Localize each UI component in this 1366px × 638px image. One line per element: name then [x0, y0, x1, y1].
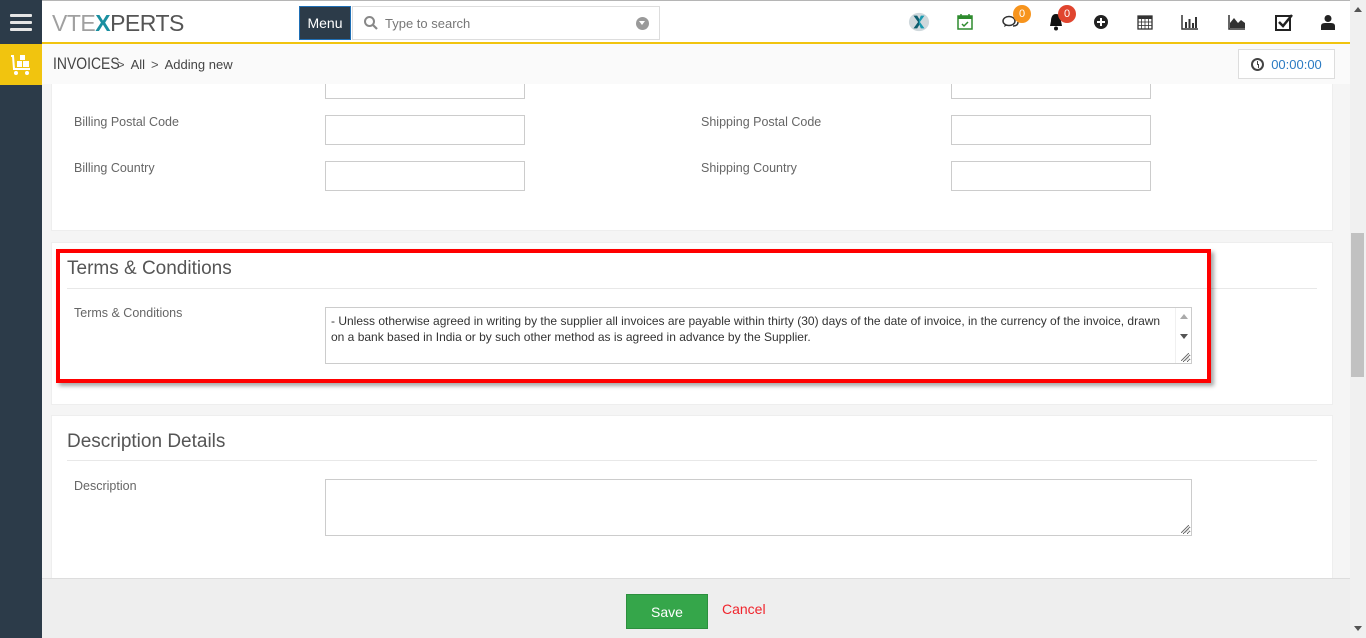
module-invoices-button[interactable]: [0, 44, 42, 85]
logo-x: X: [95, 10, 111, 36]
calendar-check-icon[interactable]: [954, 11, 976, 33]
notification-badge: 0: [1058, 5, 1076, 23]
bell-icon[interactable]: 0: [1045, 5, 1076, 33]
plus-circle-icon[interactable]: [1090, 11, 1112, 33]
breadcrumb: INVOICES > All > Adding new: [53, 54, 233, 74]
left-rail: [0, 0, 42, 638]
vtexperts-x-icon[interactable]: [908, 11, 930, 33]
cancel-link[interactable]: Cancel: [722, 601, 766, 617]
billing-postal-code-input[interactable]: [325, 115, 525, 145]
terms-panel-title: Terms & Conditions: [67, 258, 232, 279]
shipping-state-input[interactable]: [951, 84, 1151, 99]
app-menu-toggle[interactable]: [0, 0, 42, 44]
vtexperts-logo[interactable]: VTEXPERTS: [52, 10, 184, 37]
scroll-down-icon[interactable]: [1354, 626, 1362, 631]
description-label: Description: [74, 479, 137, 493]
breadcrumb-module[interactable]: INVOICES: [53, 54, 120, 74]
cart-boxes-icon: [11, 54, 30, 75]
global-search: [352, 6, 660, 40]
hamburger-icon: [10, 13, 32, 31]
shipping-country-label: Shipping Country: [701, 161, 797, 175]
billing-country-label: Billing Country: [74, 161, 155, 175]
divider: [67, 460, 1317, 461]
shipping-postal-code-input[interactable]: [951, 115, 1151, 145]
timer-value: 00:00:00: [1271, 56, 1322, 72]
description-panel: Description Details Description: [51, 415, 1333, 578]
terms-conditions-label: Terms & Conditions: [74, 306, 183, 320]
logo-prefix: VTE: [52, 10, 96, 36]
scroll-up-icon[interactable]: [1354, 7, 1362, 12]
user-icon[interactable]: [1317, 11, 1339, 33]
calendar-icon[interactable]: [1134, 11, 1156, 33]
clock-icon: [1251, 57, 1265, 71]
scroll-down-icon[interactable]: [1180, 334, 1188, 339]
breadcrumb-current: Adding new: [164, 56, 233, 72]
scrollbar-thumb[interactable]: [1351, 233, 1364, 377]
terms-conditions-panel: Terms & Conditions Terms & Conditions - …: [51, 242, 1333, 405]
terms-conditions-textarea[interactable]: - Unless otherwise agreed in writing by …: [325, 307, 1192, 364]
billing-country-input[interactable]: [325, 161, 525, 191]
search-options-dropdown-icon[interactable]: [636, 17, 649, 30]
logo-suffix: PERTS: [110, 10, 184, 36]
top-bar: VTEXPERTS Menu 0 0: [42, 0, 1350, 44]
billing-postal-code-label: Billing Postal Code: [74, 115, 179, 129]
resize-handle-icon[interactable]: [1181, 525, 1189, 533]
area-chart-icon[interactable]: [1226, 11, 1248, 33]
save-button[interactable]: Save: [626, 594, 708, 629]
search-icon: [364, 16, 378, 30]
shipping-postal-code-label: Shipping Postal Code: [701, 115, 822, 129]
menu-button[interactable]: Menu: [299, 6, 351, 40]
form-content: Billing Postal Code Shipping Postal Code…: [42, 84, 1350, 578]
page-scrollbar[interactable]: [1350, 0, 1366, 638]
billing-state-input[interactable]: [325, 84, 525, 99]
terms-conditions-text: - Unless otherwise agreed in writing by …: [331, 314, 1161, 344]
search-input[interactable]: [385, 15, 635, 31]
description-textarea[interactable]: [325, 479, 1192, 536]
checkbox-icon[interactable]: [1273, 11, 1295, 33]
shipping-country-input[interactable]: [951, 161, 1151, 191]
chevron-right-icon: >: [151, 56, 159, 72]
resize-handle-icon[interactable]: [1181, 353, 1189, 361]
chat-badge: 0: [1013, 5, 1031, 23]
chat-icon[interactable]: 0: [1000, 5, 1031, 33]
address-panel: Billing Postal Code Shipping Postal Code…: [51, 84, 1333, 231]
textarea-scrollbar[interactable]: [1175, 308, 1191, 363]
scroll-up-icon[interactable]: [1180, 314, 1188, 319]
bar-chart-icon[interactable]: [1179, 11, 1201, 33]
sub-header: INVOICES > All > Adding new 00:00:00: [42, 44, 1350, 84]
divider: [67, 288, 1317, 289]
timer-button[interactable]: 00:00:00: [1238, 49, 1335, 79]
description-panel-title: Description Details: [67, 431, 226, 452]
form-footer: Save Cancel: [42, 578, 1350, 638]
breadcrumb-all[interactable]: All: [131, 57, 145, 72]
